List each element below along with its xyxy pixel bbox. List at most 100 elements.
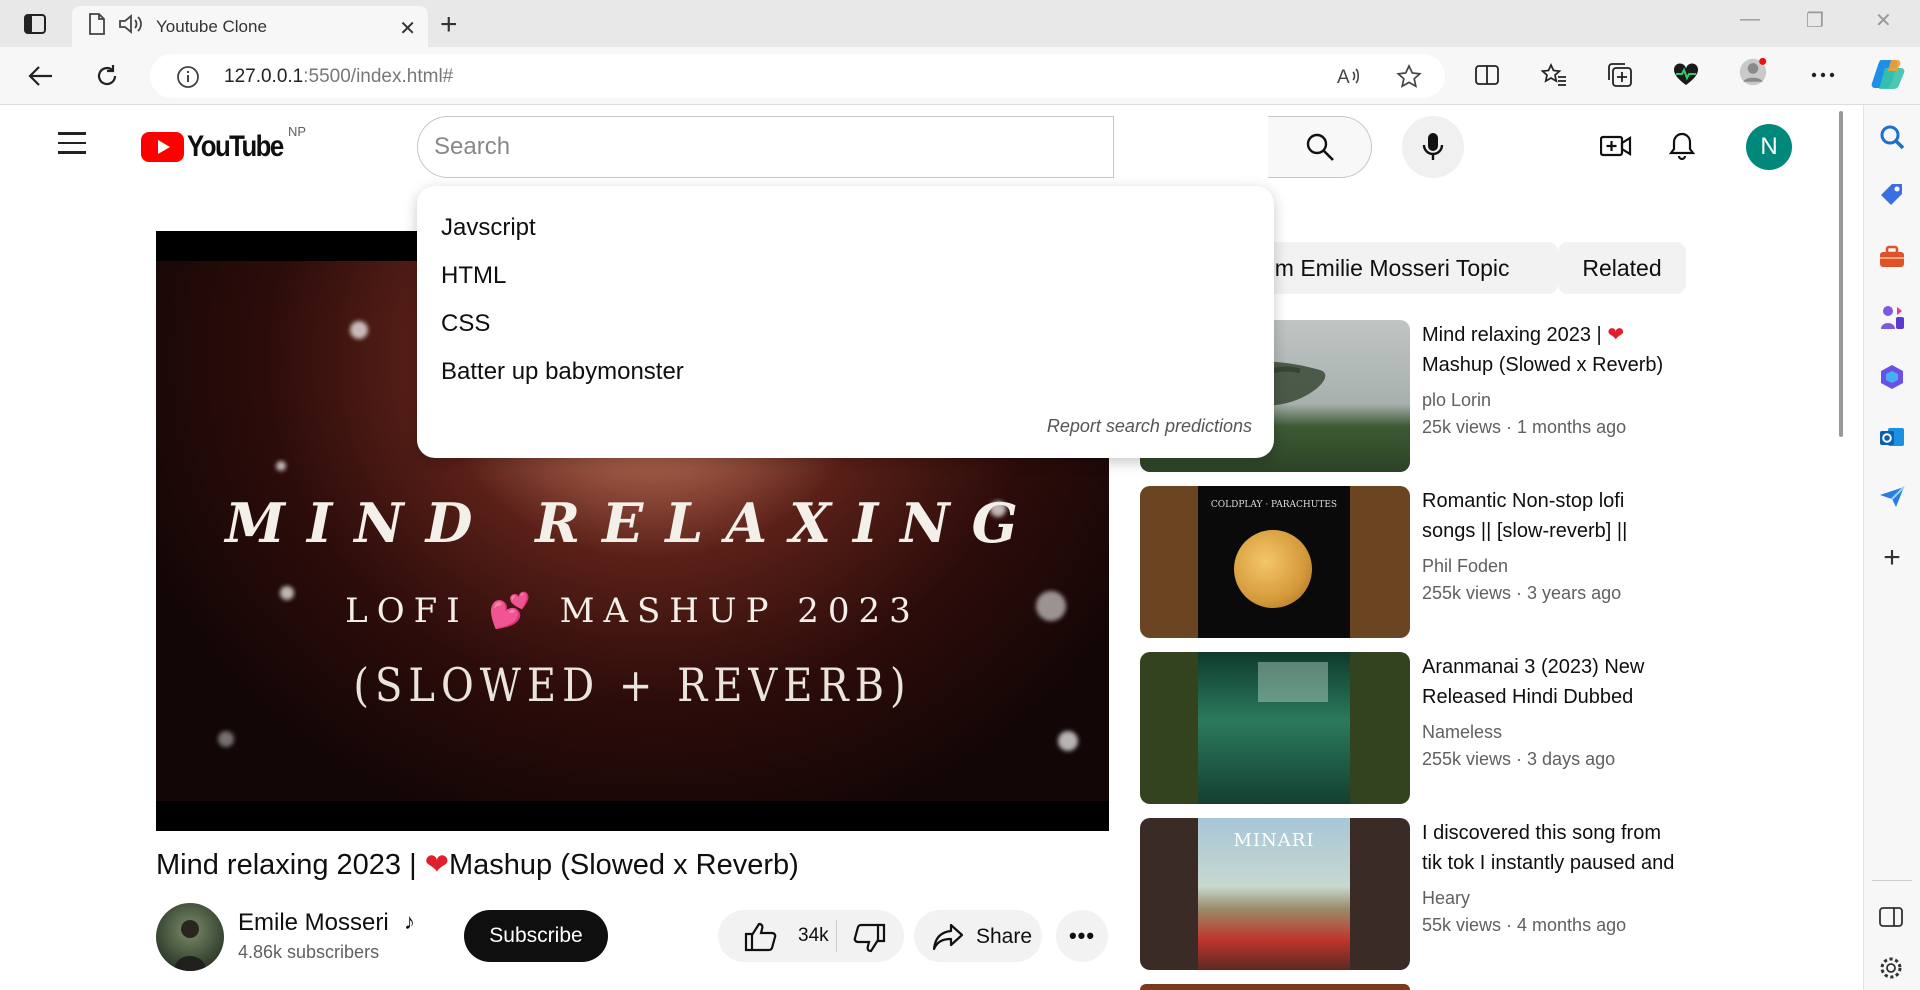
restore-icon[interactable]: ❐ xyxy=(1806,8,1824,33)
hide-sidebar-icon[interactable] xyxy=(1878,905,1906,933)
create-video-icon[interactable] xyxy=(1598,128,1634,164)
report-predictions-link[interactable]: Report search predictions xyxy=(1047,416,1252,437)
suggestion-item[interactable]: Javscript xyxy=(441,214,536,242)
shopping-tag-icon[interactable] xyxy=(1878,181,1906,209)
movie-poster xyxy=(1198,652,1350,804)
page-scrollbar[interactable] xyxy=(1836,105,1846,990)
search-suggestions: Javscript HTML CSS Batter up babymonster… xyxy=(417,186,1274,458)
related-title[interactable]: Aranmanai 3 (2023) New Released Hindi Dub… xyxy=(1422,652,1702,712)
youtube-logo[interactable]: YouTube NP xyxy=(141,124,306,164)
url-text: 127.0.0.1:5500/index.html# xyxy=(224,66,453,88)
share-arrow-icon xyxy=(932,923,964,956)
yt-header: YouTube NP N xyxy=(6,106,1836,186)
related-title[interactable]: Mind relaxing 2023 | ❤ Mashup (Slowed x R… xyxy=(1422,320,1702,380)
favorite-star-icon[interactable] xyxy=(1396,64,1422,93)
related-info: Mind relaxing 2023 | ❤ Mashup (Slowed x R… xyxy=(1422,320,1702,438)
split-screen-icon[interactable] xyxy=(1472,60,1502,90)
voice-search-button[interactable] xyxy=(1402,116,1464,178)
browser-toolbar: 127.0.0.1:5500/index.html# A xyxy=(0,47,1920,105)
add-sidebar-icon[interactable]: + xyxy=(1878,543,1906,573)
related-info: Aranmanai 3 (2023) New Released Hindi Dub… xyxy=(1422,652,1702,770)
related-meta: 255k views · 3 days ago xyxy=(1422,749,1616,769)
outlook-icon[interactable] xyxy=(1878,423,1906,451)
copilot-icon[interactable] xyxy=(1870,56,1906,92)
video-title: Mind relaxing 2023 | ❤Mashup (Slowed x R… xyxy=(156,847,799,882)
more-menu-icon[interactable] xyxy=(1808,60,1838,90)
related-title[interactable]: I discovered this song from tik tok I ins… xyxy=(1422,818,1702,878)
related-channel[interactable]: Nameless xyxy=(1422,722,1702,743)
suggestion-item[interactable]: Batter up babymonster xyxy=(441,358,684,386)
youtube-page: YouTube NP N om Emilie Mosseri Topic Rel… xyxy=(6,106,1836,990)
collections-icon[interactable] xyxy=(1605,60,1635,90)
minimize-icon[interactable]: — xyxy=(1740,8,1760,31)
related-info: Romantic Non-stop lofi songs || [slow-rev… xyxy=(1422,486,1702,604)
new-tab-button[interactable]: + xyxy=(440,8,458,42)
hamburger-menu-icon[interactable] xyxy=(58,132,88,156)
settings-gear-icon[interactable] xyxy=(1878,955,1906,983)
like-divider xyxy=(836,920,837,952)
related-channel[interactable]: Heary xyxy=(1422,888,1702,909)
dislike-thumb-icon[interactable] xyxy=(852,923,886,958)
search-icon xyxy=(1306,133,1334,161)
read-aloud-icon[interactable]: A xyxy=(1336,64,1362,93)
favorites-icon[interactable] xyxy=(1539,60,1569,90)
share-label: Share xyxy=(976,925,1033,948)
user-avatar[interactable]: N xyxy=(1746,124,1792,170)
browser-tab[interactable]: Youtube Clone ✕ xyxy=(72,6,428,47)
related-info: I discovered this song from tik tok I ins… xyxy=(1422,818,1702,936)
suggestion-item[interactable]: CSS xyxy=(441,310,490,338)
related-title-a: Aranmanai 3 (2023) New xyxy=(1422,656,1645,678)
tools-icon[interactable] xyxy=(1878,243,1906,271)
next-thumbnail-edge[interactable] xyxy=(1140,984,1410,990)
related-channel[interactable]: Phil Foden xyxy=(1422,556,1702,577)
reload-icon[interactable] xyxy=(92,61,122,91)
url-host: 127.0.0.1 xyxy=(224,66,304,87)
search-input[interactable] xyxy=(434,132,1094,162)
video-thumbnail[interactable]: MINARI xyxy=(1140,818,1410,970)
chip-from-channel[interactable]: om Emilie Mosseri Topic xyxy=(1262,242,1558,294)
video-thumbnail[interactable] xyxy=(1140,652,1410,804)
related-channel[interactable]: plo Lorin xyxy=(1422,390,1702,411)
svg-text:A: A xyxy=(1337,67,1350,88)
related-title[interactable]: Romantic Non-stop lofi songs || [slow-rev… xyxy=(1422,486,1702,546)
more-actions-button[interactable]: ••• xyxy=(1056,910,1108,962)
like-thumb-icon[interactable] xyxy=(744,922,778,957)
browser-tab-bar: Youtube Clone ✕ + — ❐ ✕ xyxy=(0,0,1920,47)
games-icon[interactable] xyxy=(1878,303,1906,331)
tab-title: Youtube Clone xyxy=(156,16,267,36)
search-button[interactable] xyxy=(1268,116,1372,178)
url-path: :5500/index.html# xyxy=(303,66,454,87)
poster-title: MINARI xyxy=(1233,830,1315,851)
address-bar[interactable]: 127.0.0.1:5500/index.html# A xyxy=(150,54,1445,98)
tab-actions-icon[interactable] xyxy=(18,10,52,38)
tab-close-icon[interactable]: ✕ xyxy=(399,16,416,41)
chip-related[interactable]: Related xyxy=(1558,242,1686,294)
related-video[interactable]: Aranmanai 3 (2023) New Released Hindi Dub… xyxy=(1140,652,1700,804)
like-dislike-group: 34k xyxy=(718,910,904,962)
related-video[interactable]: MINARI I discovered this song from tik to… xyxy=(1140,818,1700,970)
art-title: MIND RELAXING xyxy=(225,491,1040,555)
art-subtitle-a: LOFI xyxy=(345,591,469,631)
channel-avatar[interactable] xyxy=(156,903,224,971)
profile-icon[interactable] xyxy=(1738,57,1768,87)
subscribe-button[interactable]: Subscribe xyxy=(464,910,608,962)
heart-icon: ❤ xyxy=(424,849,450,881)
health-extension-icon[interactable] xyxy=(1671,60,1701,90)
microsoft365-icon[interactable] xyxy=(1878,363,1906,391)
speaker-icon[interactable] xyxy=(118,13,144,40)
share-button[interactable]: Share xyxy=(914,910,1042,962)
channel-name[interactable]: Emile Mosseri xyxy=(238,909,389,937)
cover-text: COLDPLAY · PARACHUTES xyxy=(1210,500,1338,510)
search-sidebar-icon[interactable] xyxy=(1878,123,1906,151)
drop-send-icon[interactable] xyxy=(1878,483,1906,511)
back-arrow-icon[interactable] xyxy=(26,61,56,91)
site-info-icon[interactable] xyxy=(176,65,200,94)
window-close-icon[interactable]: ✕ xyxy=(1875,8,1892,33)
subscriber-count: 4.86k subscribers xyxy=(238,942,380,962)
scrollbar-thumb[interactable] xyxy=(1839,111,1843,437)
notifications-bell-icon[interactable] xyxy=(1664,128,1700,164)
video-thumbnail[interactable]: COLDPLAY · PARACHUTES xyxy=(1140,486,1410,638)
suggestion-item[interactable]: HTML xyxy=(441,262,506,290)
search-box[interactable] xyxy=(417,116,1114,178)
related-video[interactable]: COLDPLAY · PARACHUTES Romantic Non-stop … xyxy=(1140,486,1700,638)
